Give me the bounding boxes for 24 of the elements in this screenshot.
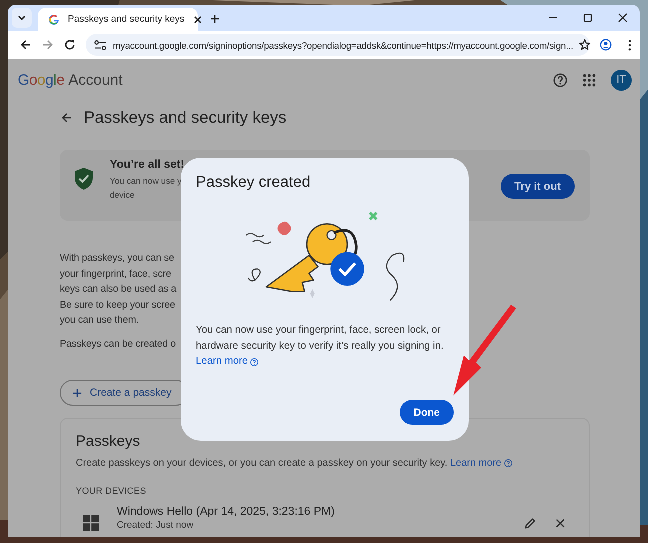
paragraph-text: you can use them. <box>60 314 139 328</box>
status-title: You’re all set! <box>110 159 185 171</box>
paragraph-text: Passkeys can be created o <box>60 338 176 352</box>
device-created: Created: Just now <box>117 520 195 531</box>
account-avatar[interactable]: IT <box>611 70 632 90</box>
section-label: YOUR DEVICES <box>76 486 148 496</box>
done-button[interactable]: Done <box>400 400 454 425</box>
section-title: Passkeys <box>76 433 142 450</box>
status-text: device <box>110 189 136 202</box>
description-text: Create passkeys on your devices, or you can create a passkey on your security key. Learn more <box>76 458 575 469</box>
address-bar[interactable]: myaccount.google.com/signinoptions/passkeys?opendialog=addsk&continue=https://myaccount.google.com/sign... <box>86 34 590 56</box>
page-title: Passkeys and security keys <box>84 108 287 128</box>
device-name: Windows Hello (Apr 14, 2025, 3:23:16 PM) <box>117 506 335 518</box>
dialog-text: You can now use your fingerprint, face, screen lock, or hardware security key to verify it’s really you signing in. <box>196 324 445 354</box>
learn-more-link[interactable]: Learn more <box>450 458 513 469</box>
paragraph-text: Be sure to keep your scree <box>60 298 176 312</box>
paragraph-text: keys can also be used as a <box>60 283 177 297</box>
try-it-out-button[interactable]: Try it out <box>500 174 575 199</box>
google-account-logo[interactable]: Google Account <box>18 72 123 88</box>
learn-more-link[interactable]: Learn more <box>196 354 260 370</box>
dialog-title: Passkey created <box>196 174 312 192</box>
paragraph-text: your fingerprint, face, scre <box>60 268 172 282</box>
paragraph-text: With passkeys, you can se <box>60 252 174 266</box>
tab-title: Passkeys and security keys <box>68 14 185 25</box>
